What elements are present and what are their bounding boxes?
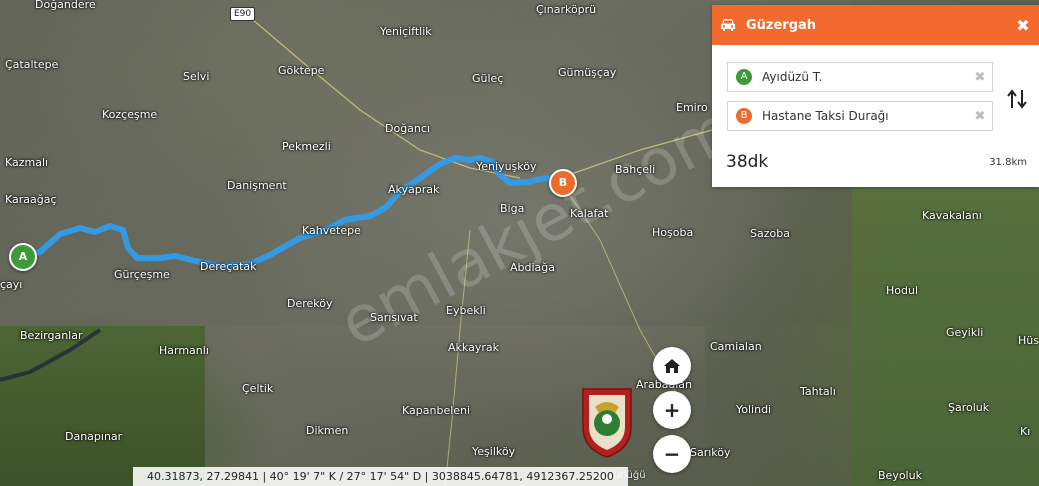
place-label: Kavakalanı (922, 209, 982, 222)
place-label: Hoşoba (652, 226, 694, 239)
place-label: Akyaprak (388, 183, 440, 196)
place-label: Kazmalı (5, 156, 49, 169)
route-panel-title: Güzergah (746, 17, 817, 33)
zoom-in-button[interactable]: + (653, 391, 691, 429)
route-distance: 31.8km (989, 157, 1027, 168)
place-label: Sarıköy (690, 446, 731, 459)
route-duration: 38dk (726, 152, 769, 172)
origin-label[interactable]: Ayıdüzü T. (762, 70, 968, 84)
place-label: Yolindi (736, 403, 772, 416)
origin-field[interactable]: A Ayıdüzü T. ✖ (727, 62, 993, 92)
clear-destination-button[interactable]: ✖ (968, 109, 992, 124)
place-label: Çataltepe (5, 58, 59, 71)
place-label: Gürçeşme (114, 268, 170, 281)
place-label: Sarısıvat (370, 311, 418, 324)
home-icon (664, 359, 680, 373)
place-label: Yeşilköy (472, 445, 516, 458)
clear-origin-button[interactable]: ✖ (968, 70, 992, 85)
highway-line (245, 13, 521, 179)
place-label: Hüs (1018, 334, 1039, 347)
place-label: Şaroluk (948, 401, 990, 414)
place-label: Yeniçiftlik (380, 25, 432, 38)
place-label: Kı (1020, 425, 1031, 438)
municipality-emblem (582, 388, 632, 458)
place-label: Tahtalı (800, 385, 836, 398)
place-label: Geyikli (946, 326, 984, 339)
zoom-out-button[interactable]: − (653, 435, 691, 473)
place-label: Pekmezli (282, 140, 331, 153)
place-label: Kapanbeleni (402, 404, 471, 417)
place-label: Kahvetepe (302, 224, 361, 237)
car-icon (721, 19, 735, 31)
place-label: Yeniyuşköy (476, 160, 537, 173)
place-label: Sazoba (750, 227, 790, 240)
place-label: Harmanlı (159, 344, 209, 357)
place-label: Dereköy (287, 297, 333, 310)
place-label: Çınarköprü (536, 3, 597, 16)
route-end-marker[interactable]: B (549, 169, 577, 197)
place-label: Gümüşçay (558, 66, 617, 79)
place-label: Karaağaç (5, 193, 57, 206)
place-label: Dikmen (306, 424, 349, 437)
place-label: Dereçatak (200, 260, 257, 273)
destination-label[interactable]: Hastane Taksi Durağı (762, 109, 968, 123)
place-label: Kalafat (570, 207, 609, 220)
road-badge: E90 (230, 7, 256, 21)
place-label: Danapınar (65, 430, 123, 443)
place-label: Hodul (886, 284, 919, 297)
place-label: Emiro (676, 101, 708, 114)
coordinate-readout: 40.31873, 27.29841 | 40° 19' 7" K / 27° … (133, 467, 628, 486)
origin-badge: A (736, 69, 752, 85)
route-panel: Güzergah ✖ A Ayıdüzü T. ✖ B Hastane Taks… (712, 5, 1039, 187)
place-label: Beyoluk (878, 469, 922, 482)
destination-badge: B (736, 108, 752, 124)
place-label: Abdiağa (510, 261, 556, 274)
place-label: Güleç (472, 72, 504, 85)
route-panel-header: Güzergah ✖ (712, 5, 1039, 45)
place-label: Bezirganlar (20, 329, 83, 342)
place-label: Biga (500, 202, 525, 215)
place-label: Göktepe (278, 64, 325, 77)
home-button[interactable] (653, 347, 691, 385)
destination-field[interactable]: B Hastane Taksi Durağı ✖ (727, 101, 993, 131)
place-label: Çeltik (242, 382, 274, 395)
close-button[interactable]: ✖ (1007, 16, 1039, 35)
place-label: Eybekli (446, 304, 486, 317)
route-start-marker[interactable]: A (9, 243, 37, 271)
place-label: Selvi (183, 70, 210, 83)
place-label: çayı (0, 278, 23, 291)
swap-icon[interactable] (1006, 88, 1028, 110)
place-label: Kozçeşme (102, 108, 158, 121)
place-label: Doğandere (35, 0, 96, 11)
place-label: Danişment (227, 179, 287, 192)
place-label: Camialan (710, 340, 762, 353)
place-label: Bahçeli (615, 163, 656, 176)
place-label: Doğancı (385, 122, 430, 135)
place-label: Akkayrak (448, 341, 499, 354)
